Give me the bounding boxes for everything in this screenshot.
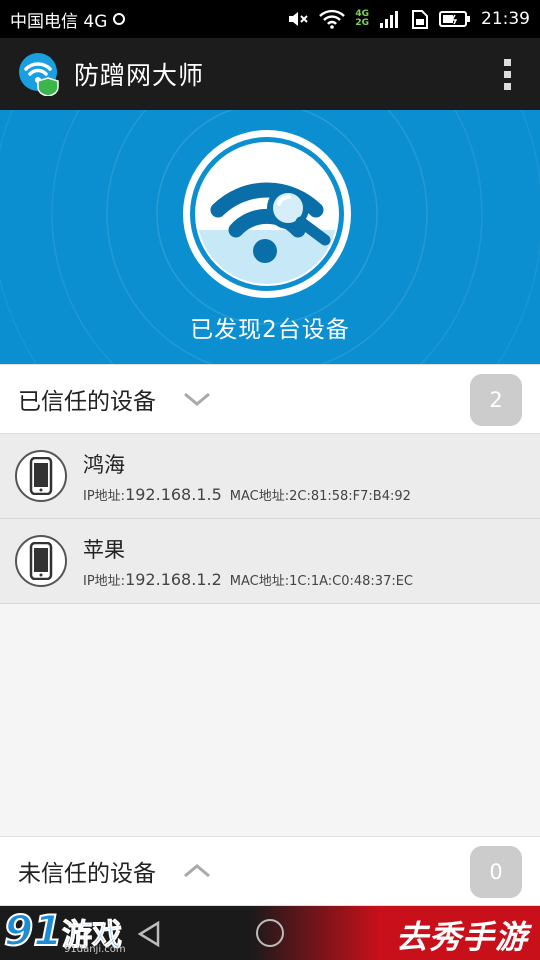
menu-dot [503, 82, 511, 90]
untrusted-count-badge: 0 [470, 846, 522, 898]
wifi-shield-logo [19, 53, 59, 96]
ip-address: 192.168.1.2 [125, 569, 222, 589]
status-ring-icon [113, 13, 126, 25]
wifi-search-icon [183, 130, 351, 298]
chevron-down-icon [184, 392, 210, 406]
menu-dot [503, 58, 511, 66]
watermark-number: 91 [3, 906, 63, 956]
status-bar: 中国电信 4G 4G 2G 21:39 [0, 0, 540, 38]
device-info: 鸿海 IP地址:192.168.1.5 MAC地址:2C:81:58:F7:B4:… [83, 449, 411, 504]
empty-area [0, 604, 540, 836]
home-icon[interactable] [256, 919, 284, 947]
mac-address: MAC地址:2C:81:58:F7:B4:92 [229, 488, 411, 504]
carrier-text: 中国电信 4G [10, 11, 108, 32]
device-name: 苹果 [83, 537, 125, 562]
phone-icon [15, 535, 67, 587]
signal-icon [380, 11, 398, 28]
network-type-badge: 4G 2G [355, 10, 369, 28]
brand-logo-text: 去秀手游 [395, 918, 528, 956]
ip-label: IP地址: [83, 573, 126, 589]
section-title: 未信任的设备 [18, 861, 156, 887]
trusted-devices-header[interactable]: 已信任的设备 2 [0, 364, 540, 434]
battery-icon [439, 11, 470, 27]
watermark-url: 91danji.com [64, 944, 126, 955]
app-title: 防蹭网大师 [74, 61, 205, 90]
phone-glyph [29, 457, 53, 495]
system-nav-bar: 91 游戏 91danji.com 去秀手游 [0, 906, 540, 960]
app-bar: 防蹭网大师 [0, 38, 540, 110]
ip-label: IP地址: [83, 488, 126, 504]
clock: 21:39 [481, 9, 530, 29]
section-title: 已信任的设备 [18, 389, 156, 415]
menu-dot [503, 70, 511, 78]
device-row[interactable]: 苹果 IP地址:192.168.1.2 MAC地址:1C:1A:C0:48:37:… [0, 519, 540, 604]
mute-icon [289, 12, 309, 26]
mac-address: MAC地址:1C:1A:C0:48:37:EC [229, 573, 414, 589]
overflow-menu-icon[interactable] [492, 54, 522, 94]
sim-icon [412, 10, 428, 29]
trusted-count-badge: 2 [470, 374, 522, 426]
back-icon[interactable] [136, 920, 162, 948]
device-meta: IP地址:192.168.1.5 MAC地址:2C:81:58:F7:B4:92 [83, 485, 411, 504]
ip-address: 192.168.1.5 [125, 484, 222, 504]
scan-summary-panel: 已发现2台设备 [0, 110, 540, 364]
device-name: 鸿海 [83, 452, 125, 477]
phone-icon [15, 450, 67, 502]
device-meta: IP地址:192.168.1.2 MAC地址:1C:1A:C0:48:37:EC [83, 570, 413, 589]
network-badge-bottom: 2G [355, 18, 369, 28]
trusted-device-list: 鸿海 IP地址:192.168.1.5 MAC地址:2C:81:58:F7:B4:… [0, 434, 540, 604]
device-info: 苹果 IP地址:192.168.1.2 MAC地址:1C:1A:C0:48:37:… [83, 534, 413, 589]
phone-glyph [29, 542, 53, 580]
wifi-icon [319, 9, 346, 29]
device-row[interactable]: 鸿海 IP地址:192.168.1.5 MAC地址:2C:81:58:F7:B4:… [0, 434, 540, 519]
status-left: 中国电信 4G [10, 7, 287, 32]
chevron-up-icon [184, 864, 210, 878]
discovered-devices-text: 已发现2台设备 [190, 317, 350, 343]
status-right: 4G 2G 21:39 [287, 8, 530, 30]
untrusted-devices-header[interactable]: 未信任的设备 0 [0, 836, 540, 906]
